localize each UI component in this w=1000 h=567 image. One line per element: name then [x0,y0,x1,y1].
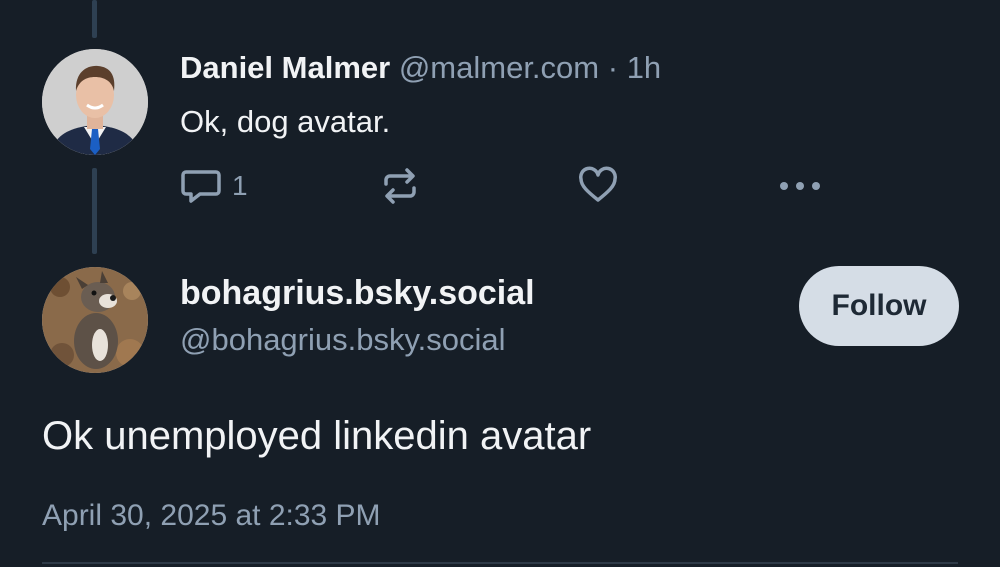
reply-author-name[interactable]: bohagrius.bsky.social [180,271,535,315]
reply-button[interactable]: 1 [180,166,248,206]
reply-count: 1 [232,170,248,201]
like-button[interactable] [578,166,618,206]
divider [42,562,958,564]
reply-author-handle[interactable]: @bohagrius.bsky.social [180,320,506,360]
parent-post-age: 1h [626,50,662,85]
follow-button[interactable]: Follow [799,266,959,346]
repost-arrows-icon [380,166,420,206]
speech-bubble-icon [180,166,222,206]
reply-post-text: Ok unemployed linkedin avatar [42,414,592,458]
parent-post-header: Daniel Malmer @malmer.com · 1h [180,48,661,88]
thread-line-connector [92,168,97,254]
parent-author-name[interactable]: Daniel Malmer [180,50,390,85]
parent-post-text: Ok, dog avatar. [180,104,391,139]
parent-author-handle[interactable]: @malmer.com [399,50,599,85]
header-separator: · [607,50,619,85]
more-options-button[interactable] [776,166,824,206]
reply-author-avatar[interactable] [42,267,148,373]
post-timestamp[interactable]: April 30, 2025 at 2:33 PM [42,497,381,535]
heart-icon [578,166,618,206]
ellipsis-icon [776,166,824,206]
repost-button[interactable] [380,166,420,206]
parent-author-avatar[interactable] [42,49,148,155]
thread-line-top [92,0,97,38]
